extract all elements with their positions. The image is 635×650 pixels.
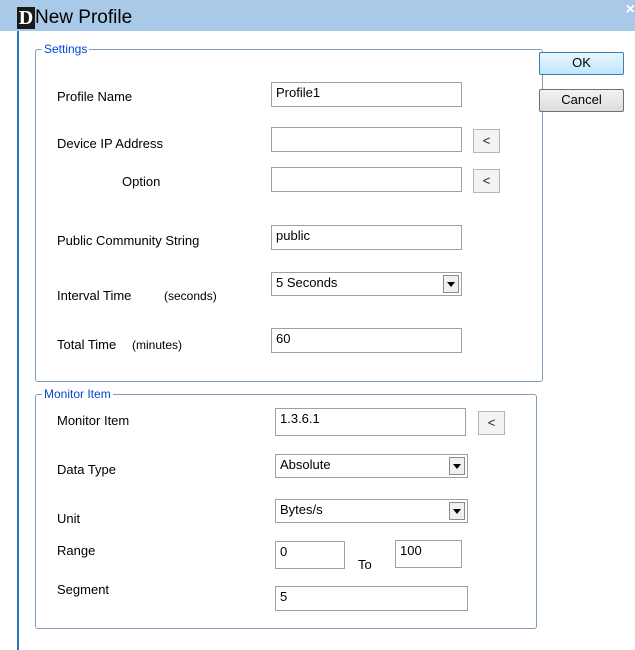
segment-label: Segment [57,582,110,597]
community-string-label: Public Community String [57,233,200,248]
monitor-item-label: Monitor Item [57,413,130,428]
data-type-value: Absolute [280,457,331,472]
profile-name-label: Profile Name [57,89,133,104]
window-title: New Profile [35,7,133,28]
community-string-input[interactable]: public [271,225,462,250]
ok-button[interactable]: OK [539,52,624,75]
interval-time-value: 5 Seconds [276,275,338,290]
app-logo-icon: D [17,7,35,29]
title-bar: D New Profile × [0,0,635,31]
device-ip-label: Device IP Address [57,136,163,151]
chevron-down-icon[interactable] [443,275,459,293]
device-ip-input[interactable] [271,127,462,152]
range-to-input[interactable]: 100 [395,540,462,568]
range-from-input[interactable]: 0 [275,541,345,569]
profile-name-input[interactable]: Profile1 [271,82,462,107]
unit-select[interactable]: Bytes/s [275,499,468,523]
data-type-select[interactable]: Absolute [275,454,468,478]
unit-value: Bytes/s [280,502,323,517]
monitor-item-pick-button[interactable]: < [478,411,505,435]
segment-input[interactable]: 5 [275,586,468,611]
settings-legend: Settings [44,42,88,56]
data-type-label: Data Type [57,462,117,477]
interval-unit-label: (seconds) [164,289,217,303]
interval-time-select[interactable]: 5 Seconds [271,272,462,296]
option-input[interactable] [271,167,462,192]
total-unit-label: (minutes) [132,338,183,352]
range-to-label: To [358,557,372,572]
chevron-down-icon[interactable] [449,457,465,475]
dialog-client-area: Settings Profile Name Profile1 Device IP… [19,31,635,650]
option-label: Option [122,174,161,189]
total-time-label: Total Time [57,337,117,352]
chevron-down-icon[interactable] [449,502,465,520]
option-pick-button[interactable]: < [473,169,500,193]
cancel-button[interactable]: Cancel [539,89,624,112]
total-time-input[interactable]: 60 [271,328,462,353]
monitor-item-legend: Monitor Item [44,387,111,401]
unit-label: Unit [57,511,81,526]
close-icon[interactable]: × [626,1,635,19]
range-label: Range [57,543,96,558]
interval-time-label: Interval Time [57,288,132,303]
device-ip-pick-button[interactable]: < [473,129,500,153]
monitor-item-input[interactable]: 1.3.6.1 [275,408,466,436]
